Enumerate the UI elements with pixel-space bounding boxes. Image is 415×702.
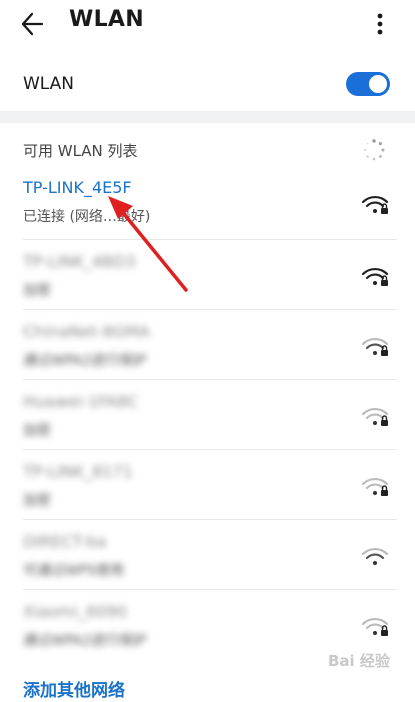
network-status: 加密 xyxy=(23,423,51,439)
network-name: TP-LINK_4BD3 xyxy=(23,252,136,271)
network-name: TP-LINK_8171 xyxy=(23,462,133,481)
network-item-connected[interactable]: TP-LINK_4E5F 已连接 (网络…最好) xyxy=(0,170,415,240)
wifi-signal-weak-icon xyxy=(361,547,389,565)
wlan-label: WLAN xyxy=(23,74,75,94)
network-name: DIRECT-ba xyxy=(23,532,107,551)
back-arrow-icon[interactable] xyxy=(18,8,54,40)
network-item[interactable]: Huawei-1FA8C 加密 xyxy=(0,380,415,450)
network-item[interactable]: TP-LINK_4BD3 加密 xyxy=(0,240,415,310)
network-item[interactable]: DIRECT-ba 可通过WPS使用 xyxy=(0,520,415,590)
section-separator xyxy=(0,111,415,123)
add-network-link[interactable]: 添加其他网络 xyxy=(23,676,125,701)
more-vert-icon[interactable] xyxy=(368,8,392,40)
network-item[interactable]: ChinaNet-8GMA 通过WPA2进行保护 xyxy=(0,310,415,380)
switch-knob xyxy=(369,75,387,93)
wifi-signal-weak-locked-icon xyxy=(361,617,389,636)
network-status: 通过WPA2进行保护 xyxy=(23,353,147,369)
network-name: Xiaomi_6090 xyxy=(23,602,127,621)
network-name: Huawei-1FA8C xyxy=(23,392,139,411)
watermark: Bai 经验 xyxy=(328,652,390,670)
network-item[interactable]: TP-LINK_8171 加密 xyxy=(0,450,415,520)
network-name: ChinaNet-8GMA xyxy=(23,322,150,341)
network-status: 通过WPA2进行保护 xyxy=(23,633,147,649)
available-networks-title: 可用 WLAN 列表 xyxy=(23,142,138,160)
network-status: 已连接 (网络…最好) xyxy=(23,209,151,225)
wlan-switch[interactable] xyxy=(346,72,390,96)
top-bar: WLAN xyxy=(0,0,415,48)
spinner-icon xyxy=(363,139,385,161)
wifi-signal-weak-locked-icon xyxy=(361,477,389,496)
wifi-signal-weak-locked-icon xyxy=(361,407,389,426)
wifi-signal-locked-icon xyxy=(361,267,389,286)
wifi-signal-weak-locked-icon xyxy=(361,337,389,356)
page-title: WLAN xyxy=(69,7,144,32)
network-status: 加密 xyxy=(23,283,51,299)
network-status: 加密 xyxy=(23,493,51,509)
wifi-signal-locked-icon xyxy=(361,195,389,214)
network-name: TP-LINK_4E5F xyxy=(23,178,132,197)
network-status: 可通过WPS使用 xyxy=(23,563,125,579)
